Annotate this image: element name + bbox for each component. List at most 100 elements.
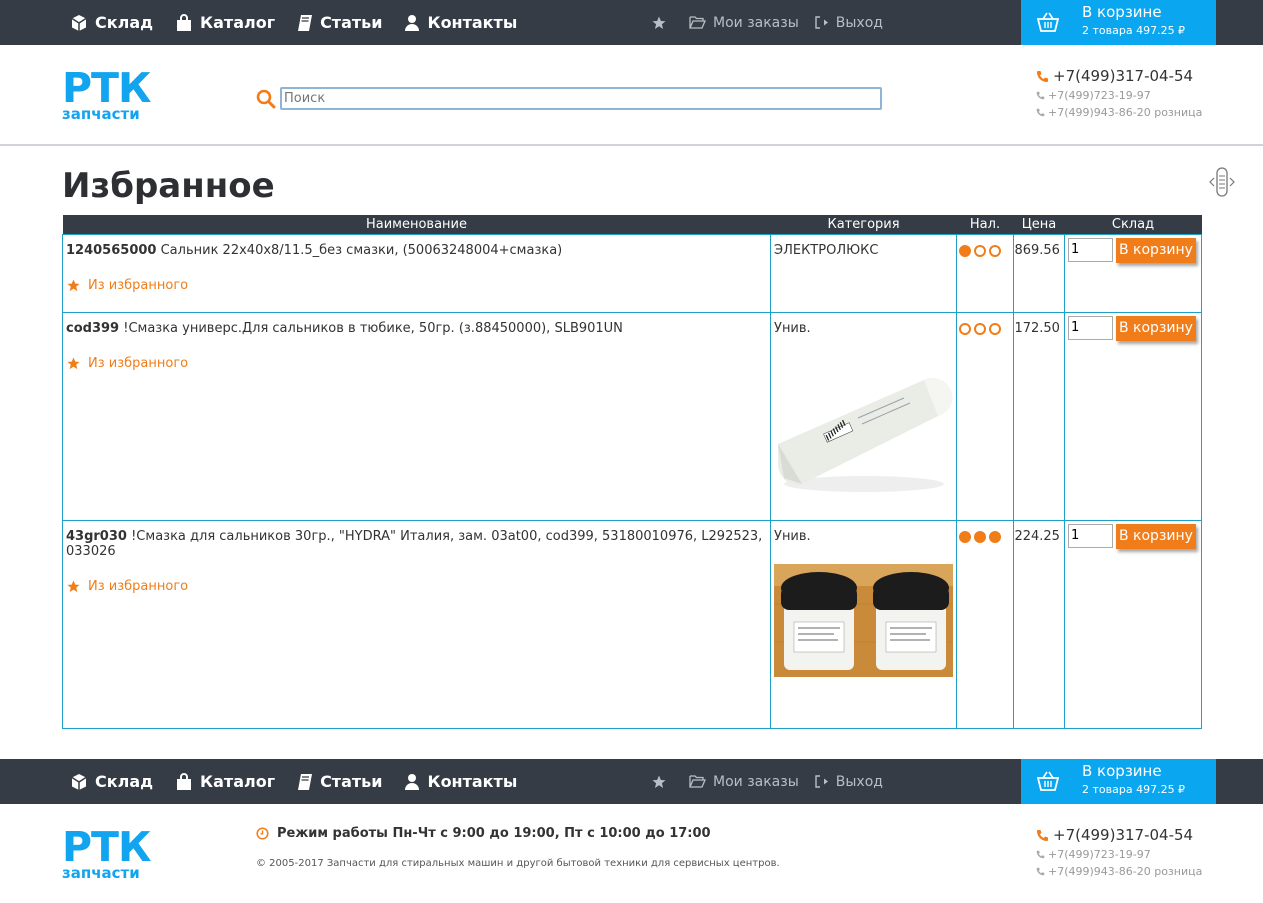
book-icon (298, 773, 313, 790)
phone-retail-text: +7(499)943-86-20 розница (1048, 106, 1203, 119)
add-to-cart-button[interactable]: В корзину (1115, 237, 1196, 263)
phone-secondary[interactable]: +7(499)723-19-97 (1036, 89, 1202, 102)
user-nav: Мои заказы Выход (652, 0, 899, 45)
clock-icon (256, 827, 269, 840)
footer-logo[interactable]: РТК запчасти (62, 823, 152, 881)
logo-subtitle: запчасти (62, 105, 140, 123)
bottom-navbar: Склад Каталог Статьи Контакты Мои заказы… (0, 759, 1263, 804)
search-input[interactable] (280, 87, 882, 110)
site-logo[interactable]: РТК запчасти (62, 64, 152, 123)
product-name-link[interactable]: !Смазка для сальников 30гр., "HYDRA" Ита… (66, 529, 762, 559)
availability-dot (989, 244, 1002, 257)
availability-dot (959, 530, 972, 543)
price-text: 224.25 (1014, 528, 1060, 544)
basket-icon (1037, 12, 1059, 32)
phone-secondary[interactable]: +7(499)723-19-97 (1036, 848, 1202, 861)
phone-main[interactable]: +7(499)317-04-54 (1036, 67, 1202, 85)
product-name-link[interactable]: !Смазка универс.Для сальников в тюбике, … (123, 321, 623, 336)
remove-from-favorites-link[interactable]: Из избранного (67, 579, 767, 594)
nav-item-articles[interactable]: Статьи (297, 13, 382, 32)
quantity-input[interactable] (1067, 523, 1113, 548)
remove-from-favorites-label: Из избранного (88, 578, 189, 594)
favorites-star-button[interactable] (652, 16, 673, 30)
column-header-price[interactable]: Цена (1013, 215, 1065, 234)
phone-retail[interactable]: +7(499)943-86-20 розница (1036, 865, 1202, 878)
nav-item-catalog[interactable]: Каталог (175, 772, 275, 791)
quantity-input[interactable] (1067, 237, 1113, 262)
nav-item-label: Каталог (200, 13, 276, 32)
star-icon (652, 775, 666, 788)
cube-icon (71, 14, 87, 31)
quantity-input[interactable] (1067, 315, 1113, 340)
nav-item-catalog[interactable]: Каталог (175, 13, 275, 32)
logout-link[interactable]: Выход (815, 774, 883, 790)
product-image-jars[interactable] (774, 563, 954, 681)
add-to-cart-button[interactable]: В корзину (1115, 315, 1196, 341)
phone-retail-text: +7(499)943-86-20 розница (1048, 865, 1203, 878)
nav-item-articles[interactable]: Статьи (297, 772, 382, 791)
availability-dot (959, 322, 972, 335)
name-cell: 43gr030 !Смазка для сальников 30гр., "HY… (61, 519, 772, 729)
cart-button[interactable]: В корзине 2 товара 497.25 ₽ (1021, 759, 1216, 804)
column-header-availability[interactable]: Нал. (956, 215, 1014, 234)
price-text: 172.50 (1014, 320, 1060, 336)
folder-open-icon (689, 16, 706, 29)
user-icon (405, 773, 420, 790)
logo-title: РТК (62, 64, 152, 112)
phone-icon (1037, 829, 1048, 841)
price-text: 869.56 (1014, 242, 1060, 258)
page-title: Избранное (62, 166, 275, 206)
search-bar (256, 87, 882, 110)
remove-from-favorites-link[interactable]: Из избранного (67, 356, 767, 371)
nav-item-warehouse[interactable]: Склад (70, 772, 153, 791)
my-orders-link[interactable]: Мои заказы (689, 774, 799, 790)
availability-dot (974, 244, 987, 257)
availability-indicator (957, 521, 1013, 543)
availability-dot (989, 530, 1002, 543)
phone-secondary-text: +7(499)723-19-97 (1048, 89, 1151, 102)
product-code-link[interactable]: cod399 (66, 321, 119, 336)
remove-from-favorites-link[interactable]: Из избранного (67, 278, 767, 293)
shopping-bag-icon (177, 13, 192, 31)
price-cell: 172.50 (1012, 311, 1065, 521)
phone-retail[interactable]: +7(499)943-86-20 розница (1036, 106, 1202, 119)
table-row: 1240565000 Сальник 22x40x8/11.5_без смаз… (61, 233, 1203, 313)
phone-icon (1036, 867, 1045, 876)
cart-title: В корзине (1082, 3, 1162, 21)
category-cell: Унив. (770, 519, 958, 729)
cart-summary: 2 товара 497.25 ₽ (1082, 24, 1186, 37)
phone-main-text: +7(499)317-04-54 (1053, 67, 1194, 85)
star-icon (67, 278, 80, 291)
working-hours-text: Режим работы Пн-Чт с 9:00 до 19:00, Пт с… (277, 826, 711, 841)
column-header-name[interactable]: Наименование (62, 215, 771, 234)
column-header-stock[interactable]: Склад (1064, 215, 1202, 234)
cart-button[interactable]: В корзине 2 товара 497.25 ₽ (1021, 0, 1216, 45)
product-code-link[interactable]: 1240565000 (66, 243, 156, 258)
column-header-category[interactable]: Категория (770, 215, 957, 234)
phone-main[interactable]: +7(499)317-04-54 (1036, 826, 1202, 844)
logo-title: РТК (62, 823, 152, 871)
add-to-cart-button[interactable]: В корзину (1115, 523, 1196, 549)
top-navbar: Склад Каталог Статьи Контакты Мои заказы… (0, 0, 1263, 45)
my-orders-link[interactable]: Мои заказы (689, 15, 799, 31)
nav-item-warehouse[interactable]: Склад (70, 13, 153, 32)
product-name-link[interactable]: Сальник 22x40x8/11.5_без смазки, (500632… (161, 243, 563, 258)
star-icon (652, 16, 666, 29)
sign-out-icon (815, 775, 828, 788)
logout-link[interactable]: Выход (815, 15, 883, 31)
scroll-handle-icon[interactable] (1208, 166, 1236, 198)
phone-main-text: +7(499)317-04-54 (1053, 826, 1194, 844)
favorites-star-button[interactable] (652, 775, 673, 789)
nav-item-label: Контакты (427, 13, 518, 32)
product-image-tube[interactable] (774, 355, 954, 500)
nav-item-contacts[interactable]: Контакты (404, 13, 517, 32)
availability-indicator (957, 313, 1013, 335)
site-footer: РТК запчасти Режим работы Пн-Чт с 9:00 д… (0, 804, 1263, 903)
name-cell: cod399 !Смазка универс.Для сальников в т… (61, 311, 772, 521)
cart-summary: 2 товара 497.25 ₽ (1082, 783, 1186, 796)
nav-item-label: Статьи (320, 13, 383, 32)
search-icon[interactable] (256, 89, 276, 109)
product-code-link[interactable]: 43gr030 (66, 529, 127, 544)
nav-item-contacts[interactable]: Контакты (404, 772, 517, 791)
sign-out-icon (815, 16, 828, 29)
